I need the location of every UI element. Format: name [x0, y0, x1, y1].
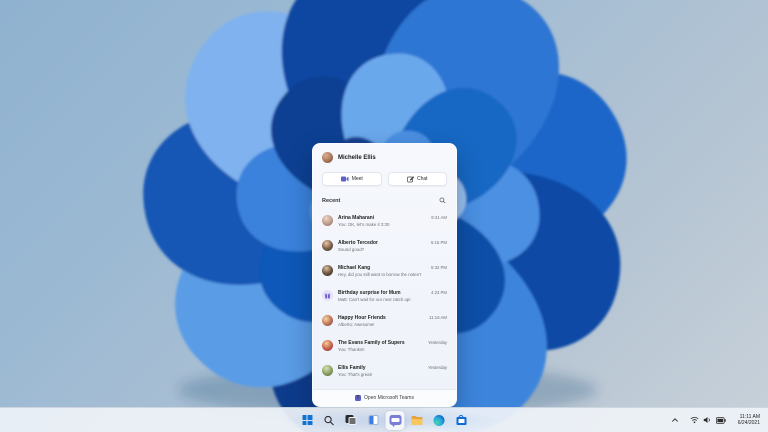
store-icon[interactable]	[452, 411, 471, 430]
conversation-row-evans-family[interactable]: The Evans Family of Supers Yesterday You…	[313, 333, 456, 358]
clock[interactable]: 11:11 AM 6/24/2021	[734, 412, 764, 429]
chat-button[interactable]: Chat	[387, 172, 447, 186]
conversation-preview: Alberto: Awesome!	[338, 321, 375, 327]
avatar-happy-hour	[322, 315, 333, 326]
conversation-row-alberto[interactable]: Alberto Tercedor 6:15 PM Sound good?	[313, 233, 456, 258]
chevron-up-icon	[671, 418, 678, 422]
widgets-icon[interactable]	[364, 411, 383, 430]
conversation-preview: Hey, did you still want to borrow the no…	[338, 271, 422, 277]
conversation-name: Happy Hour Friends	[338, 314, 386, 321]
conversation-row-arina[interactable]: Arina Maharani 8:41 AM You: OK, let's ma…	[313, 208, 456, 233]
open-teams-link[interactable]: T Open Microsoft Teams	[313, 389, 456, 406]
recent-header: Recent	[313, 192, 456, 208]
conversation-time: 6:15 PM	[430, 239, 447, 245]
conversation-preview: You: Thanks!!	[338, 346, 365, 352]
start-icon[interactable]	[298, 411, 317, 430]
edge-icon[interactable]	[430, 411, 449, 430]
conversation-time: Yesterday	[428, 364, 447, 370]
tray-overflow-button[interactable]	[668, 414, 682, 426]
task-view-icon[interactable]	[342, 411, 361, 430]
search-taskbar-icon[interactable]	[320, 411, 339, 430]
conversation-row-happy-hour[interactable]: Happy Hour Friends 11:16 AM Alberto: Awe…	[313, 308, 456, 333]
conversation-time: 5:32 PM	[430, 264, 447, 270]
conversation-preview: You: That's great!	[338, 371, 373, 377]
gift-icon	[322, 290, 333, 301]
tray-status-icons[interactable]	[687, 414, 729, 426]
compose-icon	[407, 176, 414, 182]
system-tray: 11:11 AM 6/24/2021	[668, 408, 764, 432]
conversation-preview: You: OK, let's make it 3:30	[338, 221, 390, 227]
file-explorer-icon[interactable]	[408, 411, 427, 430]
conversation-time: 8:41 AM	[431, 214, 447, 220]
conversation-preview: Sound good?	[338, 246, 365, 252]
volume-icon	[703, 417, 710, 423]
taskbar: 11:11 AM 6/24/2021	[0, 407, 768, 432]
meet-button-label: Meet	[351, 176, 363, 182]
conversation-row-birthday-group[interactable]: Birthday surprise for Mum 4:23 PM Matt: …	[313, 283, 456, 308]
conversation-name: Ellis Family	[338, 364, 366, 371]
action-buttons-row: Meet Chat	[313, 168, 456, 192]
conversation-row-michael[interactable]: Michael Kang 5:32 PM Hey, did you still …	[313, 258, 456, 283]
taskbar-center-icons	[298, 410, 471, 430]
conversation-name: Arina Maharani	[338, 214, 375, 221]
video-camera-icon	[340, 176, 349, 182]
recent-label: Recent	[322, 197, 341, 204]
conversation-preview: Matt: Can't wait for our next catch up!	[338, 296, 411, 302]
conversation-row-ellis-family[interactable]: Ellis Family Yesterday You: That's great…	[313, 358, 456, 383]
teams-icon: T	[355, 395, 362, 401]
battery-icon	[715, 416, 726, 424]
avatar-michael	[322, 265, 333, 276]
search-icon[interactable]	[438, 196, 447, 205]
avatar-evans-family	[322, 340, 333, 351]
conversation-name: Birthday surprise for Mum	[338, 289, 401, 296]
avatar-ellis-family	[322, 365, 333, 376]
avatar-alberto	[322, 240, 333, 251]
avatar-arina	[322, 215, 333, 226]
conversation-time: Yesterday	[428, 339, 447, 345]
conversation-list: Arina Maharani 8:41 AM You: OK, let's ma…	[313, 208, 456, 389]
open-teams-label: Open Microsoft Teams	[364, 395, 414, 401]
conversation-name: The Evans Family of Supers	[338, 339, 405, 346]
chat-button-label: Chat	[416, 176, 428, 182]
clock-date: 6/24/2021	[737, 420, 760, 426]
meet-button[interactable]: Meet	[322, 172, 382, 186]
user-name: Michelle Ellis	[338, 154, 376, 161]
chat-taskbar-icon[interactable]	[385, 410, 405, 430]
wifi-icon	[690, 416, 699, 424]
chat-panel-header: Michelle Ellis	[313, 144, 456, 168]
conversation-time: 11:16 AM	[429, 314, 447, 320]
conversation-name: Alberto Tercedor	[338, 239, 378, 246]
teams-chat-flyout: Michelle Ellis Meet Chat Recent Arina Ma…	[312, 143, 457, 407]
conversation-name: Michael Kang	[338, 264, 371, 271]
user-avatar[interactable]	[322, 152, 333, 163]
conversation-time: 4:23 PM	[430, 289, 447, 295]
